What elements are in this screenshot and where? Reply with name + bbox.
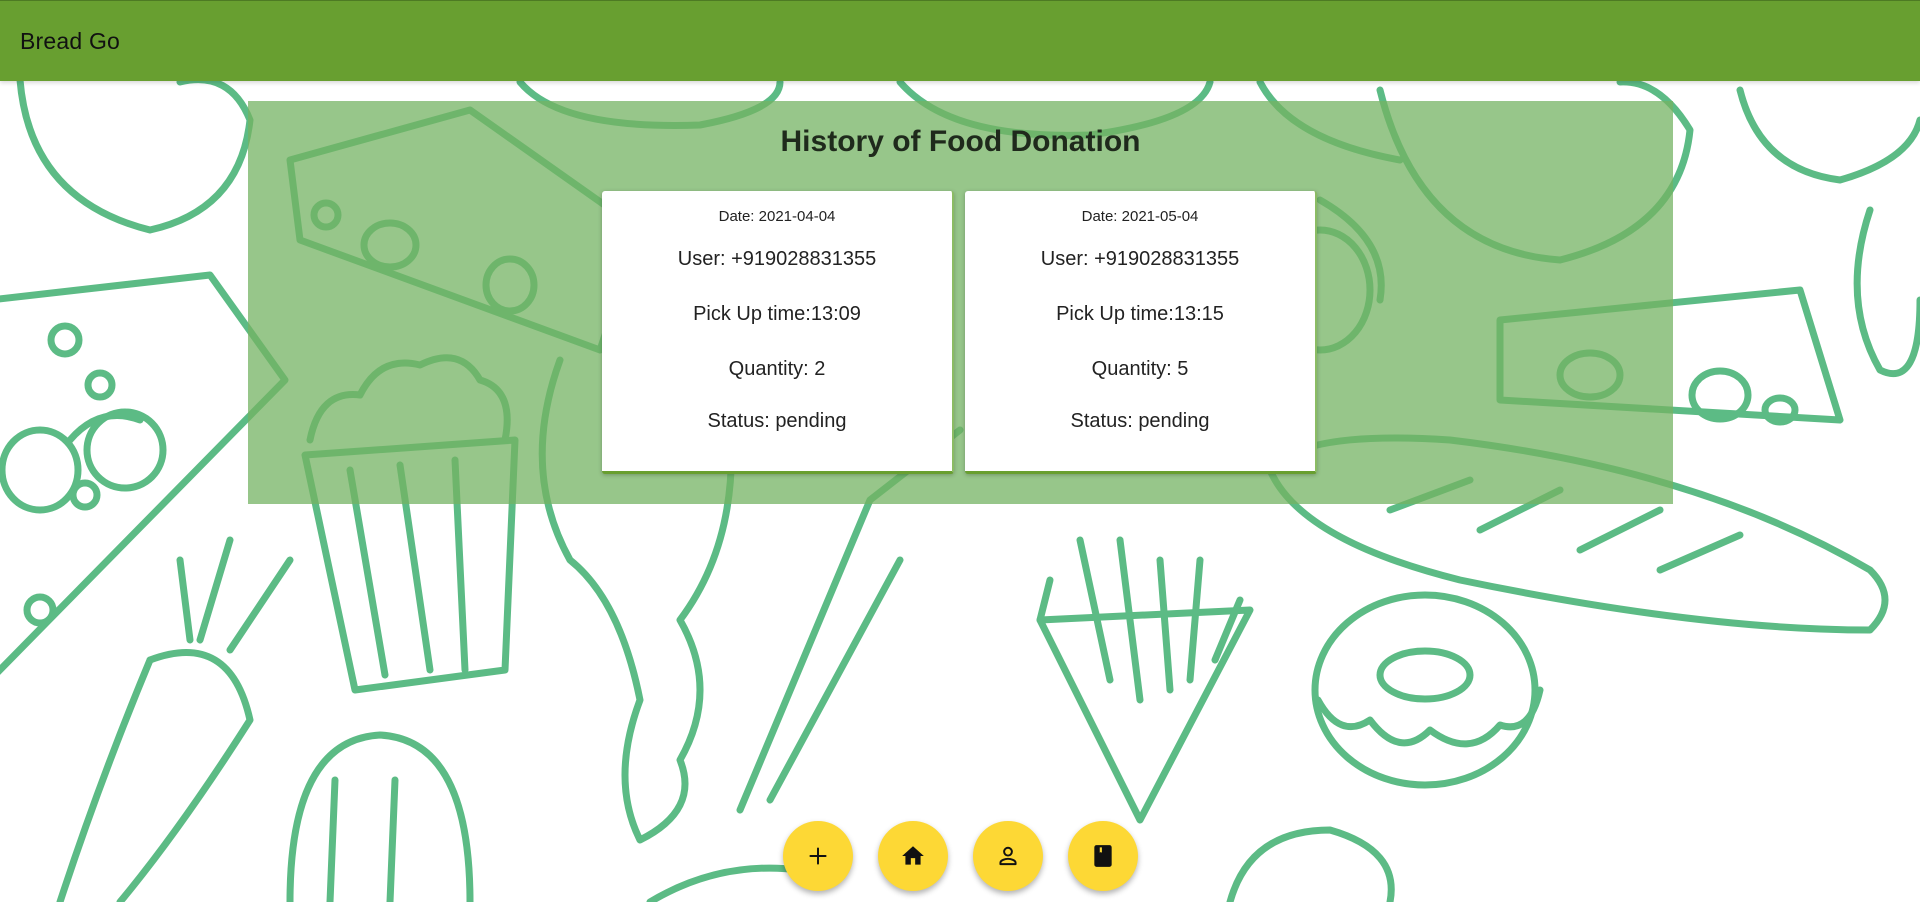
donation-pickup-time: Pick Up time:13:09 [693, 303, 861, 325]
donation-quantity: Quantity: 5 [1091, 358, 1189, 380]
donation-status: Status: pending [1070, 410, 1210, 432]
donation-user: User: +919028831355 [677, 248, 877, 270]
add-donation-button[interactable] [783, 821, 853, 891]
app-title: Bread Go [20, 27, 121, 54]
donation-user: User: +919028831355 [1040, 248, 1240, 270]
donation-history-panel: History of Food Donation Date: 2021-04-0… [248, 101, 1673, 504]
donation-card-list: Date: 2021-04-04 User: +919028831355 Pic… [602, 191, 1317, 474]
donation-pickup-time: Pick Up time:13:15 [1056, 303, 1224, 325]
profile-button[interactable] [973, 821, 1043, 891]
donation-date: Date: 2021-05-04 [1081, 208, 1199, 225]
donation-status: Status: pending [707, 410, 847, 432]
donation-card: Date: 2021-04-04 User: +919028831355 Pic… [602, 191, 954, 474]
plus-icon [809, 847, 827, 865]
history-button[interactable] [1068, 821, 1138, 891]
page-title: History of Food Donation [780, 125, 1141, 158]
donation-date: Date: 2021-04-04 [718, 208, 836, 225]
donation-quantity: Quantity: 2 [728, 358, 826, 380]
home-button[interactable] [878, 821, 948, 891]
bottom-fab-bar [783, 821, 1138, 891]
app-bar: Bread Go [0, 0, 1920, 81]
home-icon [902, 846, 924, 865]
donation-card: Date: 2021-05-04 User: +919028831355 Pic… [965, 191, 1317, 474]
person-icon [999, 846, 1017, 866]
book-icon [1094, 845, 1112, 867]
